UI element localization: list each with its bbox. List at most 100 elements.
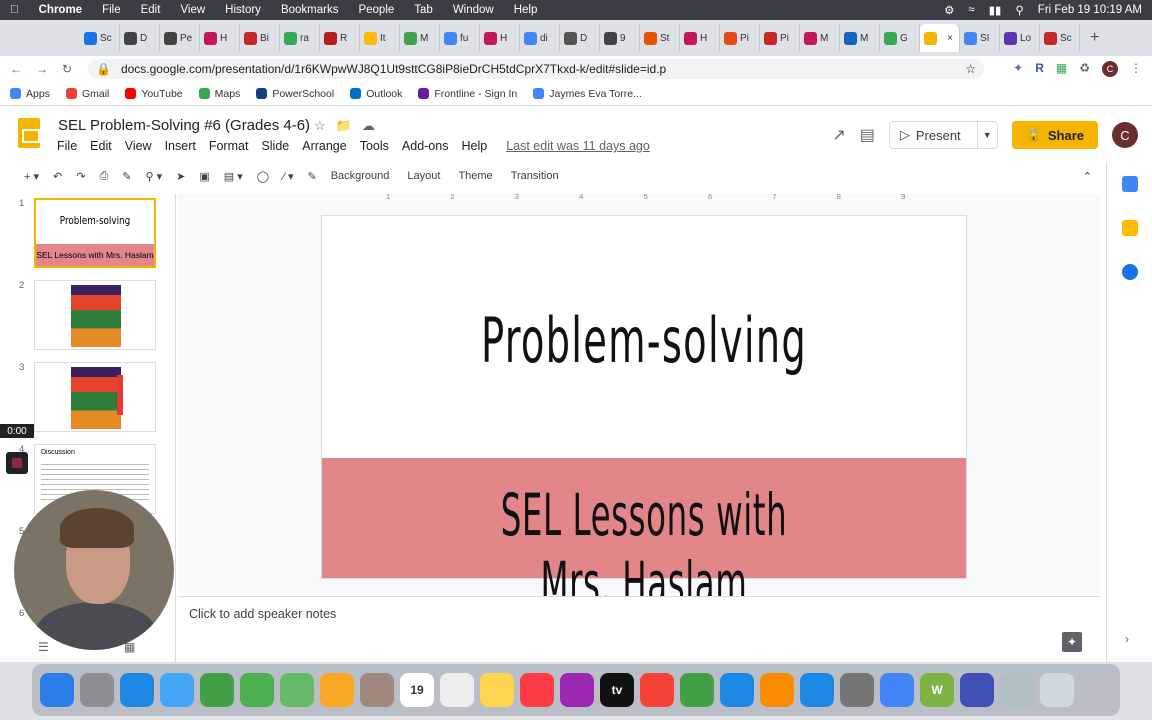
url-text[interactable]: docs.google.com/presentation/d/1r6KWpwWJ… [121,62,666,76]
bookmark-item[interactable]: Outlook [350,88,402,100]
dock-trash-icon[interactable] [1040,673,1074,707]
menu-view[interactable]: View [180,4,205,16]
cloud-saved-icon[interactable]: ☁ [362,118,375,134]
profile-avatar-icon[interactable]: C [1102,61,1118,77]
forward-icon[interactable]: → [36,62,48,76]
dock-chrome-icon[interactable] [880,673,914,707]
speaker-notes[interactable]: Click to add speaker notes [178,596,1100,662]
browser-tab[interactable]: Lo [1000,24,1040,52]
menu-window[interactable]: Window [453,4,494,16]
last-edit-link[interactable]: Last edit was 11 days ago [506,139,650,153]
move-folder-icon[interactable]: 📁 [336,118,352,134]
address-bar[interactable]: 🔒 docs.google.com/presentation/d/1r6KWpw… [88,59,984,79]
webcam-bubble[interactable] [14,490,174,650]
dock-maps-icon[interactable] [280,673,314,707]
dock-app-store-icon[interactable] [800,673,834,707]
browser-tab[interactable]: × [920,24,960,52]
share-button[interactable]: 🔒 Share [1011,121,1098,149]
close-tab-icon[interactable]: × [947,33,953,44]
dock-keynote-icon[interactable] [720,673,754,707]
browser-tab[interactable]: It [360,24,400,52]
doc-menu-help[interactable]: Help [461,139,487,153]
extension-icon-r[interactable]: R [1035,61,1044,77]
dock-calendar-icon[interactable]: 19 [400,673,434,707]
dock-screencastify-icon[interactable] [960,673,994,707]
bookmark-item[interactable]: Maps [198,88,240,100]
slides-logo-icon[interactable] [18,118,40,148]
print-icon[interactable]: ⎙ [99,170,108,183]
bookmark-item[interactable]: Gmail [65,88,109,100]
dock-tv-icon[interactable]: tv [600,673,634,707]
menu-help[interactable]: Help [514,4,538,16]
shape-icon[interactable]: ◯ [257,170,269,183]
dock-w-app-icon[interactable]: W [920,673,954,707]
browser-tab[interactable]: Pi [720,24,760,52]
collapse-toolbar-icon[interactable]: ⌃ [1083,170,1092,183]
browser-tab[interactable]: Pi [760,24,800,52]
menu-edit[interactable]: Edit [141,4,161,16]
battery-icon[interactable]: ▮▮ [989,3,1002,17]
dock-news-icon[interactable] [640,673,674,707]
tasks-icon[interactable] [1122,264,1138,280]
menu-file[interactable]: File [102,4,121,16]
slide-title[interactable]: Problem-solving [444,304,843,377]
browser-tab[interactable]: D [120,24,160,52]
dock-photos-icon[interactable] [320,673,354,707]
dock-messages-icon[interactable] [240,673,274,707]
doc-menu-file[interactable]: File [57,139,77,153]
back-icon[interactable]: ← [10,62,22,76]
screencast-status-icon[interactable]: ⚙ [944,3,954,17]
doc-menu-format[interactable]: Format [209,139,249,153]
browser-tab[interactable]: SI [960,24,1000,52]
bookmark-item[interactable]: Jaymes Eva Torre... [533,88,642,100]
browser-tab[interactable]: D [560,24,600,52]
menu-people[interactable]: People [358,4,394,16]
reload-icon[interactable]: ↻ [62,62,72,76]
dock-reminders-icon[interactable] [440,673,474,707]
slide-thumbnail-1[interactable]: Problem-solving SEL Lessons with Mrs. Ha… [34,198,156,268]
spotlight-icon[interactable]: ⚲ [1015,3,1023,17]
dock-preview-icon[interactable] [1000,673,1034,707]
bookmark-star-icon[interactable]: ☆ [965,62,976,76]
browser-tab[interactable]: G [880,24,920,52]
text-box-icon[interactable]: ▣ [199,170,209,183]
browser-tab[interactable]: Sc [80,24,120,52]
dock-numbers-icon[interactable] [680,673,714,707]
background-button[interactable]: Background [331,170,390,182]
browser-tab[interactable]: H [200,24,240,52]
dock-notes-icon[interactable] [480,673,514,707]
paint-format-icon[interactable]: ✎ [122,170,131,183]
dock-pages-icon[interactable] [760,673,794,707]
account-avatar[interactable]: C [1112,122,1138,148]
clock[interactable]: Fri Feb 19 10:19 AM [1038,4,1142,16]
browser-tab[interactable]: M [400,24,440,52]
apple-icon[interactable]:  [10,4,19,16]
menu-history[interactable]: History [225,4,261,16]
explore-icon[interactable]: ✦ [1062,632,1082,652]
dock-safari-icon[interactable] [120,673,154,707]
browser-tab[interactable]: di [520,24,560,52]
theme-button[interactable]: Theme [458,170,492,182]
browser-tab[interactable]: Pe [160,24,200,52]
comments-icon[interactable]: ▤ [860,125,875,145]
doc-menu-tools[interactable]: Tools [360,139,389,153]
doc-menu-view[interactable]: View [125,139,152,153]
new-tab-button[interactable]: + [1090,29,1099,47]
dock-finder-icon[interactable] [40,673,74,707]
browser-tab[interactable]: fu [440,24,480,52]
dock-music-icon[interactable] [520,673,554,707]
undo-icon[interactable]: ↶ [53,170,62,183]
expand-panel-icon[interactable]: › [1125,632,1129,646]
star-icon[interactable]: ☆ [314,118,326,134]
browser-tab[interactable]: M [840,24,880,52]
dock-launchpad-icon[interactable] [80,673,114,707]
image-icon[interactable]: ▤ ▾ [224,170,243,183]
browser-tab[interactable]: Bi [240,24,280,52]
menu-tab[interactable]: Tab [414,4,433,16]
activity-trend-icon[interactable]: ↗ [832,125,845,145]
dock-contacts-icon[interactable] [360,673,394,707]
browser-tab[interactable]: R [320,24,360,52]
menu-bookmarks[interactable]: Bookmarks [281,4,339,16]
layout-button[interactable]: Layout [407,170,440,182]
dock-mail-icon[interactable] [160,673,194,707]
